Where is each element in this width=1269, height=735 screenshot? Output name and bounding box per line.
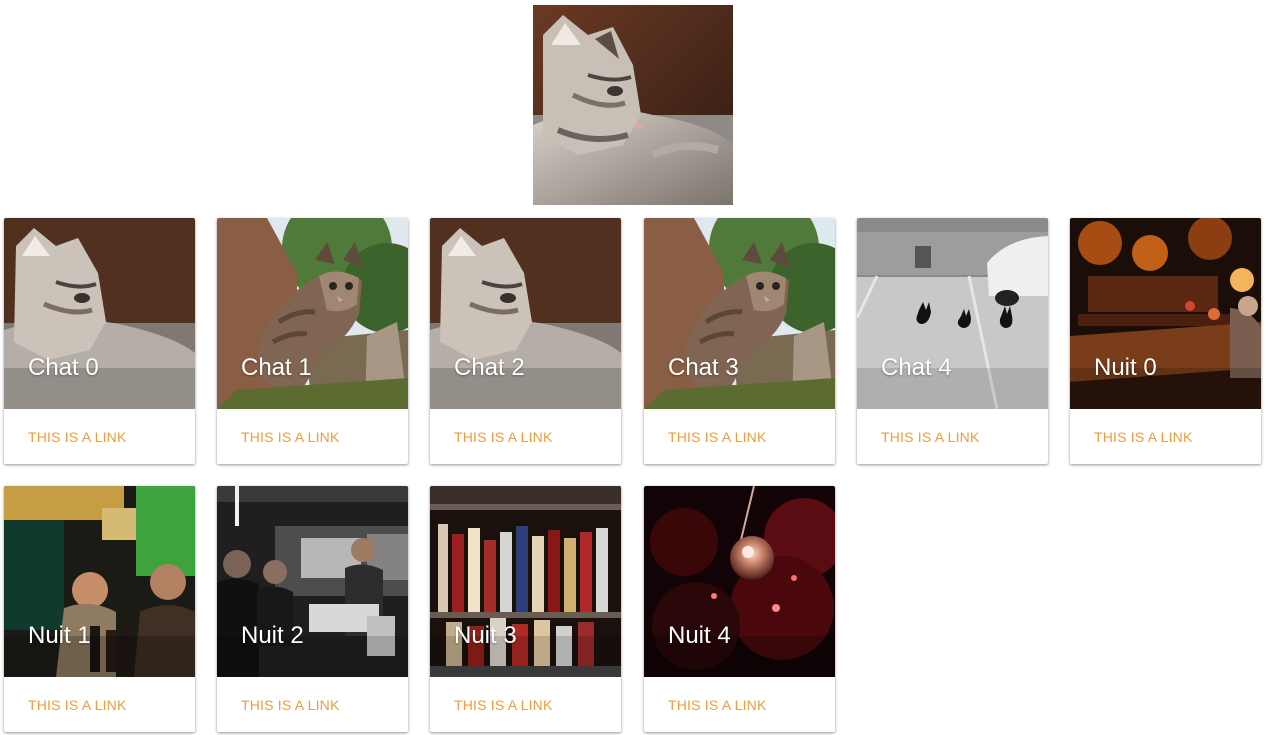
card-title: Nuit 4 — [668, 622, 731, 649]
card-action: THIS IS A LINK — [430, 409, 621, 464]
card-link[interactable]: THIS IS A LINK — [28, 697, 127, 713]
card-image: Nuit 1 — [4, 486, 195, 677]
card-link[interactable]: THIS IS A LINK — [28, 429, 127, 445]
card-action: THIS IS A LINK — [857, 409, 1048, 464]
card-link[interactable]: THIS IS A LINK — [454, 429, 553, 445]
card-action: THIS IS A LINK — [430, 677, 621, 732]
card-link[interactable]: THIS IS A LINK — [668, 697, 767, 713]
card-nuit-4: Nuit 4 THIS IS A LINK — [644, 486, 835, 732]
card-image: Chat 2 — [430, 218, 621, 409]
card-chat-0: Chat 0 THIS IS A LINK — [4, 218, 195, 464]
card-image: Chat 0 — [4, 218, 195, 409]
card-image: Nuit 3 — [430, 486, 621, 677]
card-action: THIS IS A LINK — [4, 677, 195, 732]
card-image: Nuit 2 — [217, 486, 408, 677]
card-nuit-2: Nuit 2 THIS IS A LINK — [217, 486, 408, 732]
card-action: THIS IS A LINK — [644, 409, 835, 464]
card-image: Chat 4 — [857, 218, 1048, 409]
card-title: Nuit 0 — [1094, 354, 1157, 381]
card-action: THIS IS A LINK — [4, 409, 195, 464]
card-title: Nuit 2 — [241, 622, 304, 649]
card-image: Chat 1 — [217, 218, 408, 409]
card-chat-1: Chat 1 THIS IS A LINK — [217, 218, 408, 464]
card-action: THIS IS A LINK — [1070, 409, 1261, 464]
card-link[interactable]: THIS IS A LINK — [1094, 429, 1193, 445]
card-nuit-0: Nuit 0 THIS IS A LINK — [1070, 218, 1261, 464]
card-title: Chat 2 — [454, 354, 525, 381]
card-chat-2: Chat 2 THIS IS A LINK — [430, 218, 621, 464]
card-link[interactable]: THIS IS A LINK — [881, 429, 980, 445]
cat-profile-photo — [533, 5, 733, 205]
card-title: Chat 3 — [668, 354, 739, 381]
card-nuit-3: Nuit 3 THIS IS A LINK — [430, 486, 621, 732]
card-image: Nuit 0 — [1070, 218, 1261, 409]
card-action: THIS IS A LINK — [217, 409, 408, 464]
card-link[interactable]: THIS IS A LINK — [454, 697, 553, 713]
card-link[interactable]: THIS IS A LINK — [241, 697, 340, 713]
hero-image — [533, 5, 733, 205]
card-link[interactable]: THIS IS A LINK — [241, 429, 340, 445]
card-image: Nuit 4 — [644, 486, 835, 677]
card-action: THIS IS A LINK — [644, 677, 835, 732]
card-image: Chat 3 — [644, 218, 835, 409]
card-title: Chat 0 — [28, 354, 99, 381]
card-link[interactable]: THIS IS A LINK — [668, 429, 767, 445]
card-title: Nuit 1 — [28, 622, 91, 649]
card-nuit-1: Nuit 1 THIS IS A LINK — [4, 486, 195, 732]
card-action: THIS IS A LINK — [217, 677, 408, 732]
card-chat-3: Chat 3 THIS IS A LINK — [644, 218, 835, 464]
card-title: Chat 1 — [241, 354, 312, 381]
card-chat-4: Chat 4 THIS IS A LINK — [857, 218, 1048, 464]
card-title: Chat 4 — [881, 354, 952, 381]
card-title: Nuit 3 — [454, 622, 517, 649]
